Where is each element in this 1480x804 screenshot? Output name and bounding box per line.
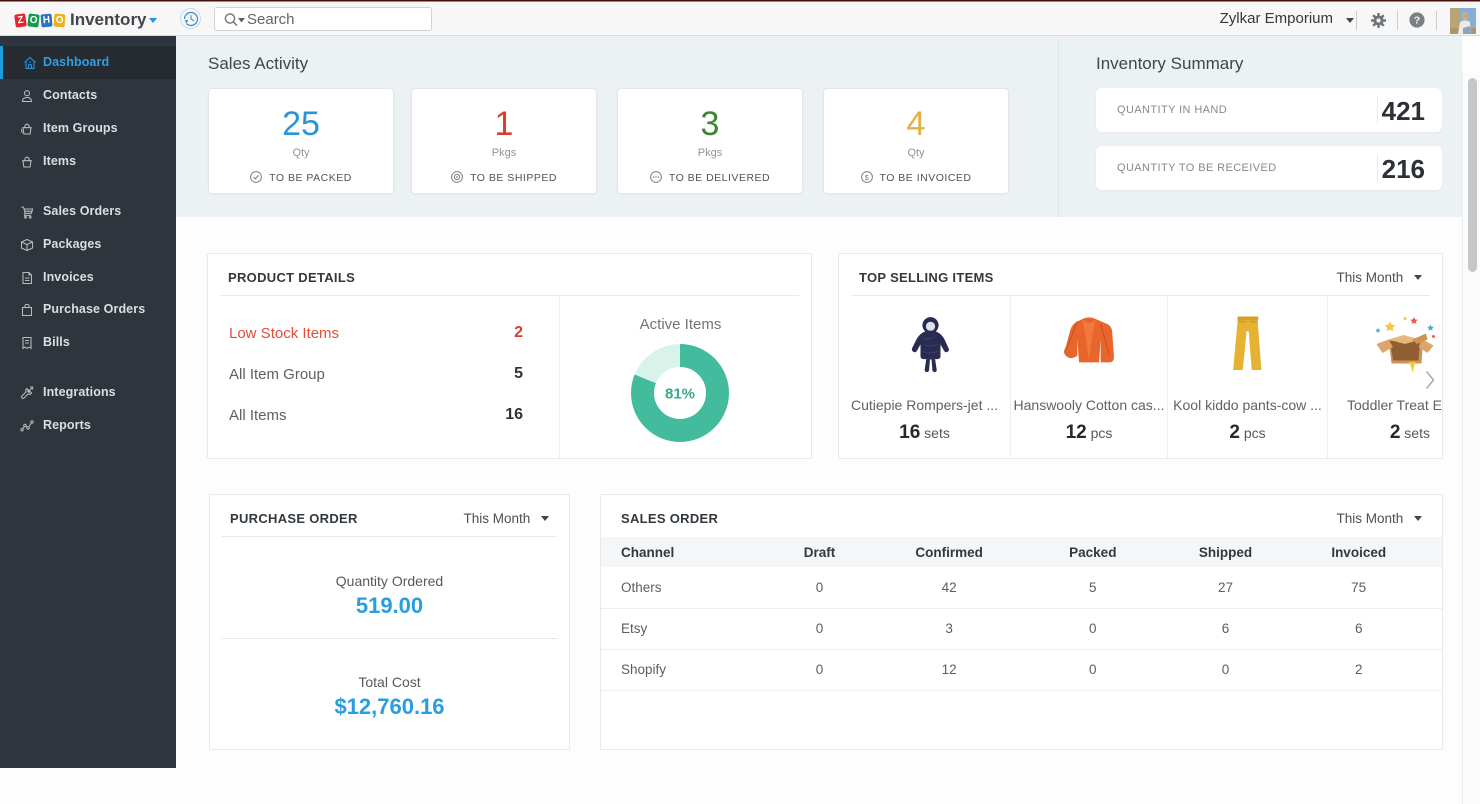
svg-text:$: $: [864, 173, 869, 182]
svg-text:?: ?: [1414, 15, 1420, 27]
svg-text:81%: 81%: [665, 386, 695, 403]
